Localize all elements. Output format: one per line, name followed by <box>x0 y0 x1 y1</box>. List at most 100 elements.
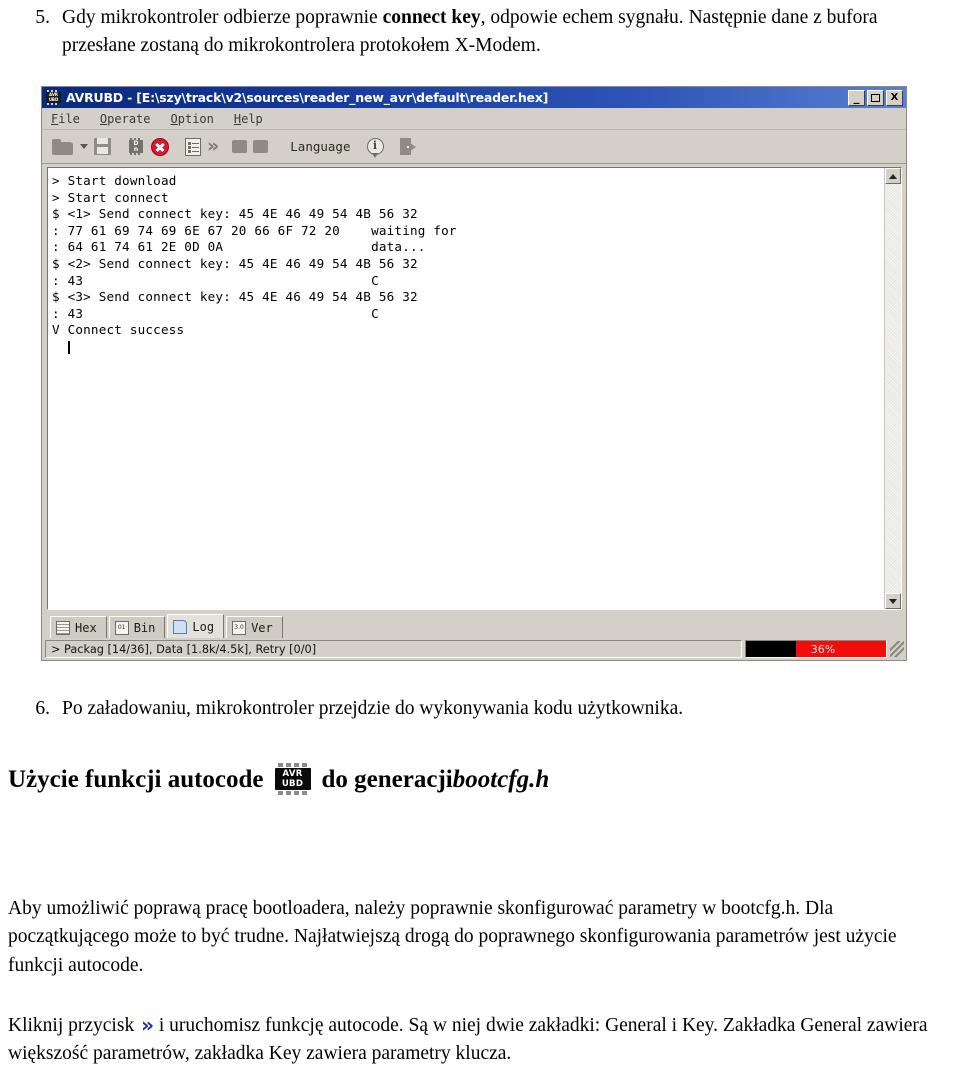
stop-button[interactable] <box>151 134 169 160</box>
info-balloon-icon <box>366 138 384 158</box>
log-line: $ <1> Send connect key: 45 4E 46 49 54 4… <box>52 206 418 222</box>
tab-log-label: Log <box>192 619 215 634</box>
log-line: : 43 C <box>52 305 379 321</box>
save-file-button[interactable] <box>94 134 111 160</box>
tab-bin[interactable]: 01 Bin <box>108 616 166 638</box>
log-line: V Connect success <box>52 322 185 338</box>
avr-ubd-chip-icon: AVR UBD <box>273 763 313 795</box>
heading-text-before-icon: Użycie funkcji autocode <box>8 765 264 793</box>
list-view-button[interactable] <box>185 134 201 160</box>
window-title-bar: AVR UBD AVRUBD - [E:\szy\track\v2\sources… <box>42 87 906 108</box>
microchip-icon: Dn <box>127 138 145 155</box>
menu-file-rest: ile <box>58 111 80 126</box>
heading-text-after-icon: do generacji <box>321 765 453 793</box>
exit-button[interactable] <box>399 134 417 160</box>
log-line: : 64 61 74 61 2E 0D 0A data... <box>52 239 426 255</box>
version-icon: 3.0 <box>232 620 247 635</box>
chevron-down-icon <box>80 144 88 149</box>
double-chevron-right-icon: » <box>207 135 219 157</box>
binary-icon: 01 <box>114 620 129 635</box>
open-file-dropdown-button[interactable] <box>79 134 88 160</box>
paragraph-bootloader-config: Aby umożliwić poprawą pracę bootloadera,… <box>8 898 897 976</box>
heading-italic-filename: bootcfg.h <box>452 765 550 793</box>
chip-icon-text-2: n <box>133 146 139 154</box>
exit-door-icon <box>399 138 417 155</box>
step-5-text-a: Gdy mikrokontroler odbierze poprawnie <box>62 7 383 28</box>
hex-grid-icon <box>56 620 70 635</box>
log-line: > Start connect <box>52 189 169 205</box>
square-button-icon-1 <box>232 140 248 153</box>
progress-bar: 36% <box>745 640 887 658</box>
tab-hex-label: Hex <box>75 620 97 635</box>
titlebar-icon-line2: UBD <box>48 97 59 103</box>
log-line: : 77 61 69 74 69 6E 67 20 66 6F 72 20 wa… <box>52 222 457 238</box>
resize-grip[interactable] <box>890 641 904 657</box>
step-5-paragraph: 5. Gdy mikrokontroler odbierze poprawnie… <box>20 4 945 59</box>
clipboard-list-icon <box>185 137 201 156</box>
log-text-area[interactable]: > Start download > Start connect $ <1> S… <box>48 168 884 609</box>
tab-bar: Hex 01 Bin Log 3.0 Ver <box>42 610 906 638</box>
step-6-text: Po załadowaniu, mikrokontroler przejdzie… <box>62 698 684 719</box>
autocode-button[interactable]: » <box>207 134 219 160</box>
open-file-button[interactable] <box>52 134 73 160</box>
menu-item-file[interactable]: File <box>51 111 91 127</box>
status-bar: > Packag [14/36], Data [1.8k/4.5k], Retr… <box>42 638 906 660</box>
avrubd-application-window: AVR UBD AVRUBD - [E:\szy\track\v2\sources… <box>41 86 907 661</box>
window-controls: _ X <box>848 89 904 106</box>
chip-icon-avr-text: AVR <box>282 769 303 779</box>
scroll-down-button[interactable] <box>885 593 901 609</box>
save-floppy-icon <box>94 138 111 155</box>
maximize-icon <box>868 91 883 105</box>
tab-log[interactable]: Log <box>167 614 225 638</box>
tab-hex[interactable]: Hex <box>50 616 107 638</box>
log-page-icon <box>173 619 188 634</box>
folder-open-icon <box>52 138 73 155</box>
square-button-icon-2 <box>253 140 269 153</box>
menu-item-help[interactable]: Help <box>234 111 274 127</box>
autocode-heading: Użycie funkcji autocode AVR UBD do genera… <box>8 763 948 795</box>
avr-ubd-titlebar-icon: AVR UBD <box>45 90 62 105</box>
status-text: > Packag [14/36], Data [1.8k/4.5k], Retr… <box>45 640 742 658</box>
menu-option-accel: O <box>170 111 178 126</box>
tab-ver[interactable]: 3.0 Ver <box>226 616 283 638</box>
close-icon: X <box>890 91 899 103</box>
double-chevron-right-icon: » <box>141 1013 154 1037</box>
step-5-bold-term: connect key <box>382 7 481 28</box>
scroll-up-button[interactable] <box>885 168 901 184</box>
close-button[interactable]: X <box>886 89 903 106</box>
progress-percent-label: 36% <box>810 642 836 656</box>
step-5-text-b: , odpowie echem sygnału. <box>480 7 684 28</box>
chip-icon-ubd-text: UBD <box>281 779 304 790</box>
language-button[interactable]: Language <box>290 134 350 160</box>
minimize-icon: _ <box>853 89 860 104</box>
tab-bin-label: Bin <box>133 620 156 635</box>
scrollbar-track[interactable] <box>885 184 901 593</box>
log-text-area-container: > Start download > Start connect $ <1> S… <box>47 167 902 610</box>
menu-item-operate[interactable]: Operate <box>100 111 162 127</box>
tab-ver-label: Ver <box>251 620 273 635</box>
text-cursor <box>68 340 70 354</box>
window-title-text: AVRUBD - [E:\szy\track\v2\sources\reader… <box>66 90 549 105</box>
vertical-scrollbar[interactable] <box>884 168 901 609</box>
menu-option-rest: ption <box>177 111 214 126</box>
log-line: : 43 C <box>52 272 379 288</box>
paragraph-autocode-usage: Kliknij przycisk » i uruchomisz funkcję … <box>8 1012 956 1069</box>
menu-bar: File Operate Option Help <box>42 108 906 130</box>
log-line: > Start download <box>52 173 177 188</box>
log-line: $ <2> Send connect key: 45 4E 46 49 54 4… <box>52 255 418 271</box>
step-5-number: 5. <box>35 7 50 28</box>
erase-button[interactable] <box>253 134 269 160</box>
chip-settings-button[interactable]: Dn <box>127 134 145 160</box>
toolbar: Dn » Language <box>42 130 906 164</box>
log-line: $ <3> Send connect key: 45 4E 46 49 54 4… <box>52 289 418 305</box>
step-5-body: Gdy mikrokontroler odbierze poprawnie co… <box>62 4 945 59</box>
minimize-button[interactable]: _ <box>848 89 865 106</box>
maximize-button[interactable] <box>867 89 884 106</box>
menu-item-option[interactable]: Option <box>171 111 225 127</box>
download-button[interactable] <box>232 134 248 160</box>
step-6-number: 6. <box>35 698 50 719</box>
step-6-paragraph: 6. Po załadowaniu, mikrokontroler przejd… <box>20 695 945 723</box>
about-button[interactable] <box>366 134 384 160</box>
stop-x-icon <box>151 137 169 156</box>
arrow-up-icon <box>889 173 897 179</box>
